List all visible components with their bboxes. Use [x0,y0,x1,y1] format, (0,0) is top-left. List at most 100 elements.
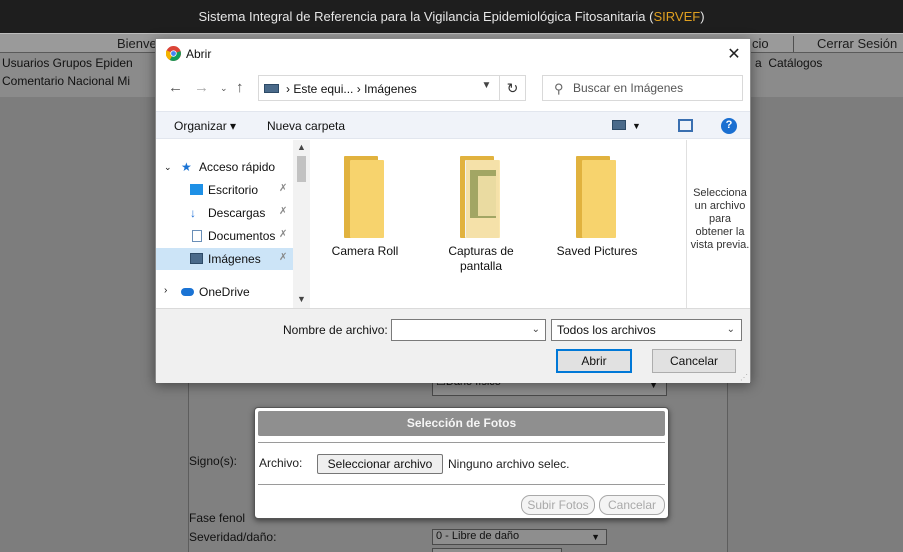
change-view-icon[interactable] [612,120,626,130]
back-arrow-icon[interactable]: ← [168,79,183,96]
nav-item-quick-access[interactable]: ⌄ ★ Acceso rápido [156,156,293,178]
folder-icon [460,156,500,238]
menu-row-2[interactable]: Comentario Nacional Mi [2,74,130,88]
scroll-thumb[interactable] [297,156,306,182]
search-icon: ⚲ [554,81,564,96]
dialog-title-bar: Abrir ✕ [156,39,750,69]
documents-icon [192,230,202,242]
nav-item-onedrive[interactable]: › OneDrive [156,281,293,303]
breadcrumb-this-pc[interactable]: Este equi... [293,82,353,96]
nav-item-label: Acceso rápido [199,160,276,174]
chevron-down-icon: ⌄ [726,324,735,335]
nav-item-label: Escritorio [208,183,259,197]
organize-menu[interactable]: Organizar ▾ [174,119,236,133]
download-icon: ↓ [190,206,196,220]
divider [258,442,665,443]
preview-pane-icon[interactable] [678,119,693,132]
file-type-select[interactable]: Todos los archivos ⌄ [551,319,742,341]
divider [258,484,665,485]
nav-start[interactable]: cio [752,36,769,51]
cancel-button[interactable]: Cancelar [652,349,736,373]
filename-label: Nombre de archivo: [283,323,388,337]
cloud-icon [181,288,194,296]
pin-icon[interactable]: ✗ [279,252,287,263]
folder-icon [344,156,384,238]
no-file-text: Ninguno archivo selec. [448,457,570,471]
app-title: Sistema Integral de Referencia para la V… [198,9,705,24]
file-item-saved-pictures[interactable]: Saved Pictures [542,140,652,280]
chrome-icon [166,46,181,61]
nav-scrollbar[interactable]: ▲ ▼ [293,140,310,308]
file-item-label: Camera Roll [331,244,399,258]
nav-home[interactable]: Bienve [117,36,157,51]
nav-item-pictures[interactable]: Imágenes ✗ [156,248,293,270]
app-brand: SIRVEF [653,9,701,24]
desktop-icon [190,184,203,195]
file-item-label: Capturas de pantalla [448,244,514,273]
nav-item-label: Documentos [208,229,276,243]
dialog-toolbar: Organizar ▾ Nueva carpeta ▼ ? [156,111,750,139]
expand-chevron-icon[interactable]: › [164,285,167,296]
nav-item-desktop[interactable]: Escritorio ✗ [156,179,293,201]
nav-item-label: OneDrive [199,285,250,299]
pictures-folder-icon [264,84,279,93]
upload-photos-button[interactable]: Subir Fotos [521,495,595,515]
nav-item-label: Imágenes [208,252,261,266]
star-icon: ★ [181,160,192,174]
photo-selection-modal: Selección de Fotos Archivo: Seleccionar … [254,407,669,519]
new-folder-button[interactable]: Nueva carpeta [267,119,345,133]
forward-arrow-icon[interactable]: → [194,79,209,96]
folder-icon [576,156,616,238]
nav-logout[interactable]: Cerrar Sesión [817,36,897,51]
app-title-bar: Sistema Integral de Referencia para la V… [0,0,903,33]
up-arrow-icon[interactable]: ↑ [236,79,244,96]
dialog-footer: Nombre de archivo: ⌄ Todos los archivos … [156,308,750,383]
nav-item-downloads[interactable]: ↓ Descargas ✗ [156,202,293,224]
file-item-screenshots[interactable]: Capturas de pantalla [426,140,536,280]
nav-separator [793,36,794,52]
scroll-up-icon[interactable]: ▲ [297,142,306,152]
nav-item-documents[interactable]: Documentos ✗ [156,225,293,247]
dialog-nav-bar: ← → ⌄ ↑ › Este equi... › Imágenes ▼ ↻ ⚲ [156,72,750,106]
filename-input[interactable]: ⌄ [391,319,546,341]
severity-label: Severidad/daño: [189,530,277,544]
files-view: Camera Roll Capturas de pantalla Saved P… [310,140,686,308]
breadcrumb-pictures[interactable]: Imágenes [364,82,417,96]
file-item-label: Saved Pictures [556,244,638,258]
phenology-label: Fase fenol [189,511,246,525]
pin-icon[interactable]: ✗ [279,229,287,240]
expand-chevron-icon[interactable]: ⌄ [164,162,172,173]
extra-field[interactable] [432,548,562,552]
view-dropdown-icon[interactable]: ▼ [632,121,641,131]
refresh-icon[interactable]: ↻ [500,75,526,101]
choose-file-button[interactable]: Seleccionar archivo [317,454,443,474]
cancel-photos-button[interactable]: Cancelar [599,495,665,515]
file-item-camera-roll[interactable]: Camera Roll [310,140,420,280]
breadcrumb-separator: › [356,82,361,96]
preview-pane: Selecciona un archivo para obtener la vi… [686,140,751,308]
resize-grip-icon[interactable]: ⋰ [740,373,748,382]
help-icon[interactable]: ? [721,118,737,134]
address-dropdown-icon[interactable]: ▼ [473,76,499,100]
pictures-icon [190,253,203,264]
open-button[interactable]: Abrir [556,349,632,373]
search-field[interactable]: ⚲ [542,75,743,101]
chevron-down-icon[interactable]: ⌄ [532,324,540,335]
preview-message: Selecciona un archivo para obtener la vi… [690,187,750,251]
pin-icon[interactable]: ✗ [279,206,287,217]
search-input[interactable] [573,81,733,95]
menu-catalogs[interactable]: a Catálogos [755,56,822,70]
dialog-title: Abrir [186,47,212,61]
scroll-down-icon[interactable]: ▼ [297,294,306,304]
address-bar[interactable]: › Este equi... › Imágenes ▼ [258,75,500,101]
severity-select[interactable]: 0 - Libre de daño ▼ [432,529,607,545]
photo-modal-title: Selección de Fotos [258,411,665,436]
signs-label: Signo(s): [189,454,238,468]
pin-icon[interactable]: ✗ [279,183,287,194]
open-file-dialog: Abrir ✕ ← → ⌄ ↑ › Este equi... › Imágene… [155,38,751,383]
nav-item-label: Descargas [208,206,266,220]
menu-row-1[interactable]: Usuarios Grupos Epiden [2,56,133,70]
severity-caret-icon: ▼ [591,532,600,542]
recent-locations-icon[interactable]: ⌄ [220,83,228,94]
close-icon[interactable]: ✕ [718,39,750,69]
